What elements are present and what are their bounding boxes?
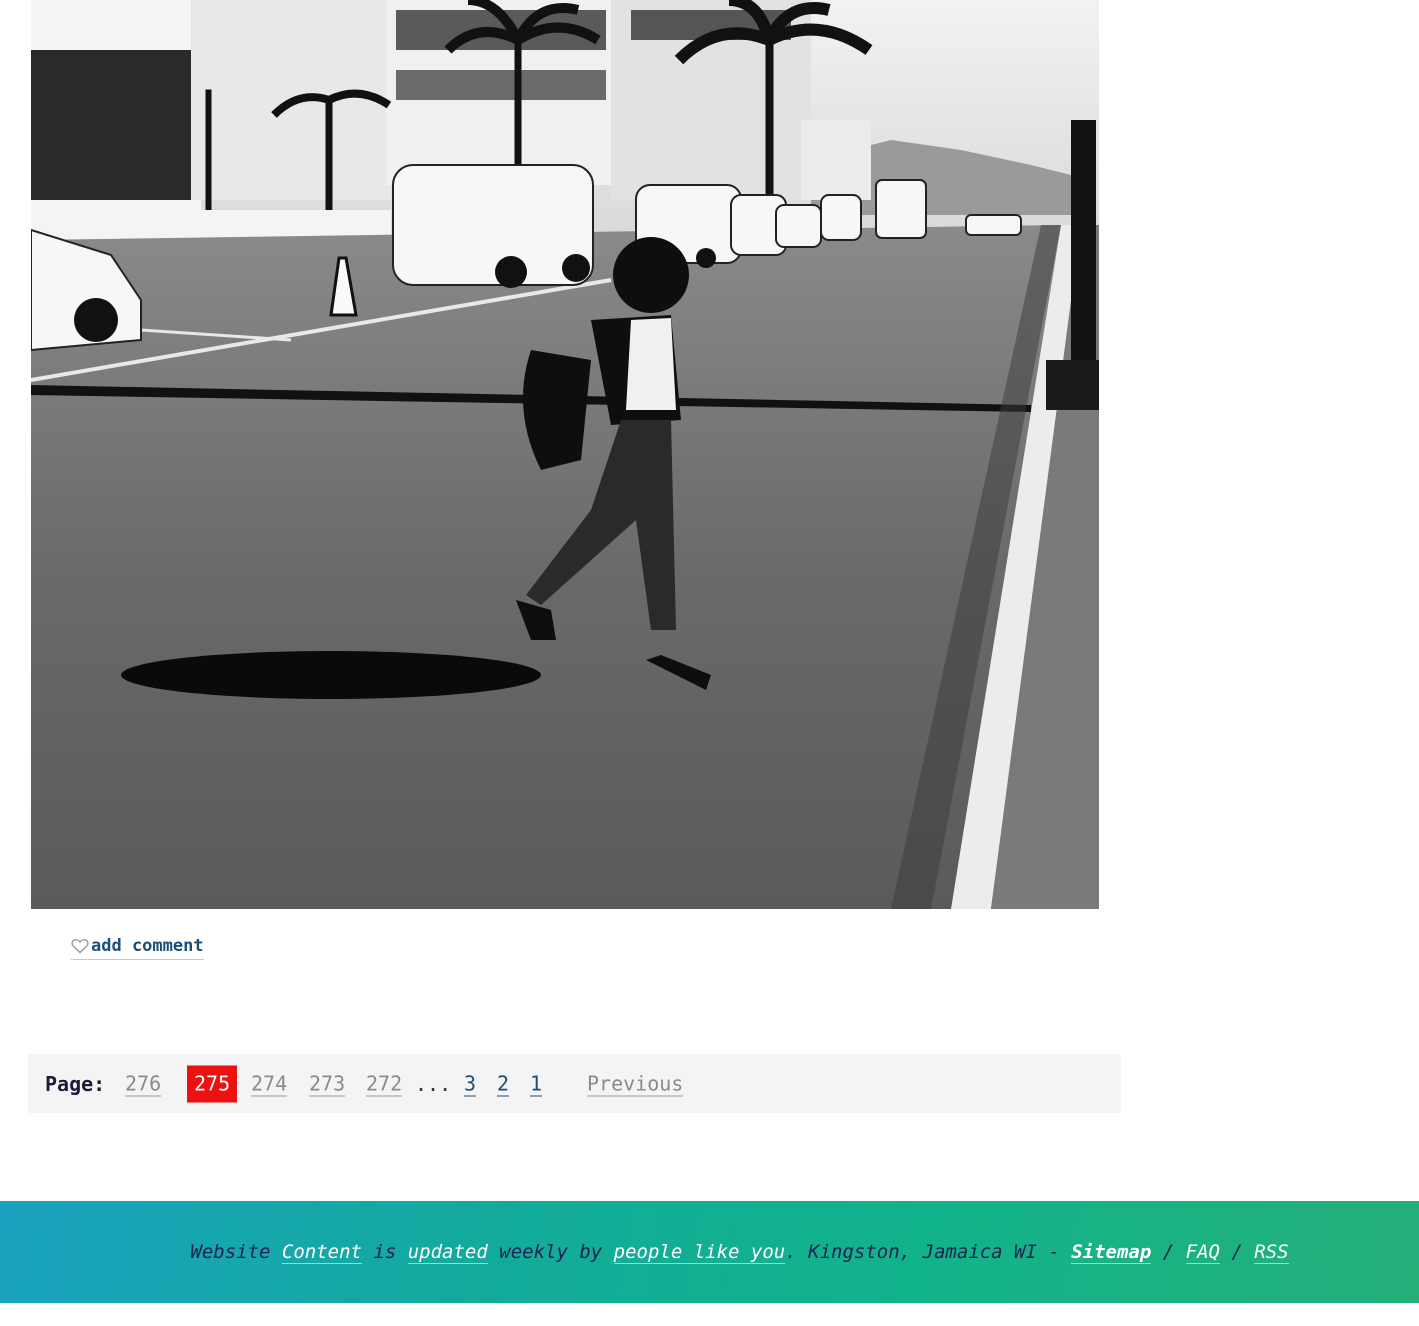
page-link-2[interactable]: 2 xyxy=(497,1071,510,1096)
pagination-ellipsis: ... xyxy=(415,1071,452,1096)
footer-text-2: is xyxy=(361,1241,408,1263)
previous-page-link[interactable]: Previous xyxy=(587,1071,684,1096)
page-link-273[interactable]: 273 xyxy=(309,1071,346,1096)
page-link-1[interactable]: 1 xyxy=(530,1071,543,1096)
site-footer: Website Content is updated weekly by peo… xyxy=(0,1201,1419,1303)
heart-icon[interactable] xyxy=(71,938,89,954)
footer-faq-link[interactable]: FAQ xyxy=(1185,1241,1220,1264)
pagination-label: Page: xyxy=(45,1071,106,1096)
add-comment-link[interactable]: add comment xyxy=(91,936,204,956)
footer-text-3: weekly by xyxy=(487,1241,614,1263)
add-comment-row[interactable]: add comment xyxy=(71,934,204,960)
footer-sitemap-link[interactable]: Sitemap xyxy=(1071,1241,1152,1264)
page-link-3[interactable]: 3 xyxy=(464,1071,477,1096)
page-link-272[interactable]: 272 xyxy=(366,1071,403,1096)
footer-people-link[interactable]: people like you xyxy=(613,1241,786,1264)
page-link-276[interactable]: 276 xyxy=(125,1071,162,1096)
footer-separator-2: / xyxy=(1219,1241,1255,1263)
page-link-274[interactable]: 274 xyxy=(251,1071,288,1096)
street-photo-illustration xyxy=(31,0,1099,909)
footer-rss-link[interactable]: RSS xyxy=(1254,1241,1289,1264)
footer-separator-1: / xyxy=(1151,1241,1186,1263)
page-current-275[interactable]: 275 xyxy=(187,1065,238,1102)
footer-updated-link[interactable]: updated xyxy=(407,1241,488,1264)
footer-text: Website Content is updated weekly by peo… xyxy=(130,1241,1289,1264)
footer-text-4: . Kingston, Jamaica WI - xyxy=(785,1241,1072,1263)
post-photo xyxy=(31,0,1099,909)
footer-content-link[interactable]: Content xyxy=(281,1241,362,1264)
pagination-bar: Page: 276 275 274 273 272 ... 3 2 1 Prev… xyxy=(28,1054,1121,1113)
footer-text-1: Website xyxy=(190,1241,282,1263)
